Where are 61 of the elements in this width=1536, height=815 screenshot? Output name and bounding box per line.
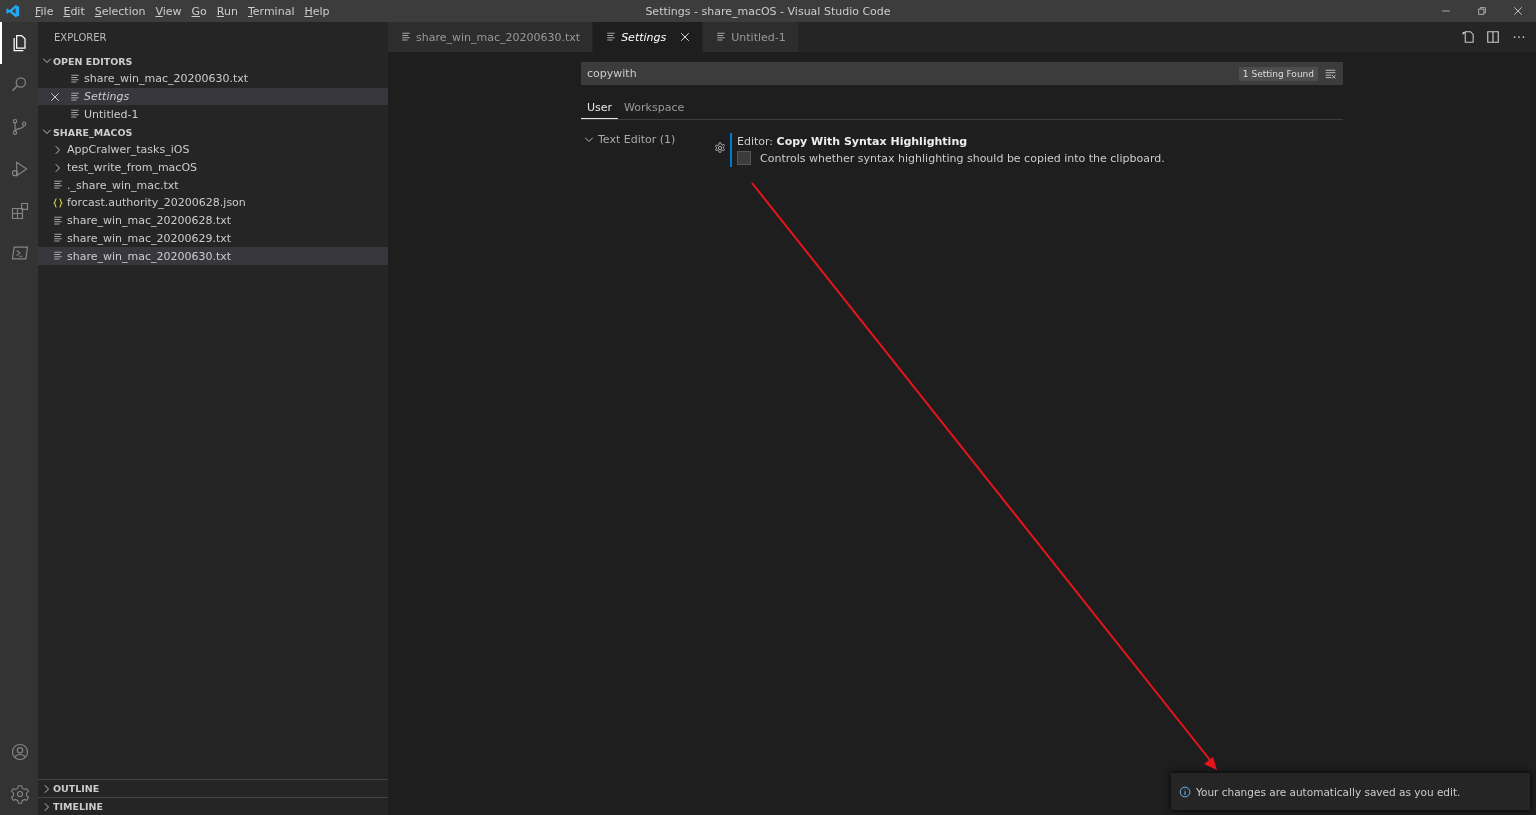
blocks-icon (10, 201, 30, 221)
menu-item[interactable]: Go (186, 0, 212, 22)
explorer-entry[interactable]: share_win_mac_20200630.txt (38, 247, 388, 265)
window-title: Settings - share_macOS - Visual Studio Code (645, 4, 891, 18)
gear-icon (10, 784, 30, 804)
text-file-icon (69, 108, 81, 121)
text-file-icon (69, 90, 81, 103)
editor-tab[interactable]: Settings (593, 22, 704, 52)
open-editor-entry[interactable]: share_win_mac_20200630.txt (38, 70, 388, 88)
search-bar[interactable]: copywith 1 Setting Found (581, 62, 1343, 85)
notification-text: Your changes are automatically saved as you edit. (1196, 785, 1461, 798)
menu-item[interactable]: File (30, 0, 59, 22)
split-editor-icon (1486, 30, 1500, 44)
section-header[interactable]: OUTLINE (38, 779, 388, 797)
text-file-icon (52, 250, 64, 263)
menu-item[interactable]: Run (211, 0, 243, 22)
section-header[interactable]: SHARE_MACOS (38, 123, 388, 142)
explorer-entry[interactable]: share_win_mac_20200629.txt (38, 229, 388, 248)
close-icon[interactable] (1512, 5, 1524, 17)
editor-tab[interactable]: share_win_mac_20200630.txt (388, 22, 594, 52)
folder-entry[interactable]: AppCralwer_tasks_iOS (38, 141, 388, 159)
explorer-entry[interactable]: forcast.authority_20200628.json (38, 194, 388, 212)
setting-title: Editor: Copy With Syntax Highlighting (737, 135, 969, 148)
braces-icon (52, 196, 64, 209)
toc-item[interactable]: Text Editor (1) (581, 133, 676, 146)
menu-item[interactable]: Help (299, 0, 335, 22)
person-icon (10, 742, 30, 762)
menu-item[interactable]: View (150, 0, 187, 22)
text-file-icon (400, 31, 412, 43)
section-header[interactable]: OPEN EDITORS (38, 52, 388, 70)
result-count-badge: 1 Setting Found (1238, 66, 1318, 81)
text-file-icon (605, 31, 618, 43)
restore-icon[interactable] (1476, 5, 1488, 17)
menu-item[interactable]: Terminal (242, 0, 300, 22)
close-icon[interactable] (680, 32, 691, 42)
app-logo-icon (6, 4, 20, 18)
text-file-icon (715, 31, 728, 43)
menu-item[interactable]: Edit (58, 0, 90, 22)
info-icon (1179, 785, 1191, 798)
close-icon[interactable] (49, 90, 61, 103)
split-editor-button[interactable] (1484, 28, 1502, 46)
text-file-icon (69, 72, 81, 85)
setting-checkbox[interactable] (737, 151, 751, 165)
clear-filter-icon[interactable] (1324, 67, 1337, 80)
section-header[interactable]: TIMELINE (38, 797, 388, 815)
text-file-icon (52, 179, 64, 192)
text-file-icon (52, 214, 64, 227)
open-editor-entry[interactable]: Settings (38, 87, 388, 106)
sidebar-title: EXPLORER (54, 31, 107, 43)
menu-item[interactable]: Selection (89, 0, 151, 22)
settings-search-field[interactable]: copywith (585, 66, 1239, 81)
scope-tab[interactable]: Workspace (618, 96, 691, 119)
gear-icon[interactable] (714, 142, 726, 154)
editor-tab[interactable]: Untitled-1 (703, 22, 799, 52)
scope-tab[interactable]: User (581, 96, 619, 119)
explorer-entry[interactable]: ._share_win_mac.txt (38, 176, 388, 195)
explorer-entry[interactable]: share_win_mac_20200628.txt (38, 211, 388, 230)
text-file-icon (52, 232, 64, 245)
open-editor-entry[interactable]: Untitled-1 (38, 105, 388, 124)
setting-description: Controls whether syntax highlighting should be copied into the clipboard. (760, 151, 1165, 165)
folder-entry[interactable]: test_write_from_macOS (38, 158, 388, 177)
